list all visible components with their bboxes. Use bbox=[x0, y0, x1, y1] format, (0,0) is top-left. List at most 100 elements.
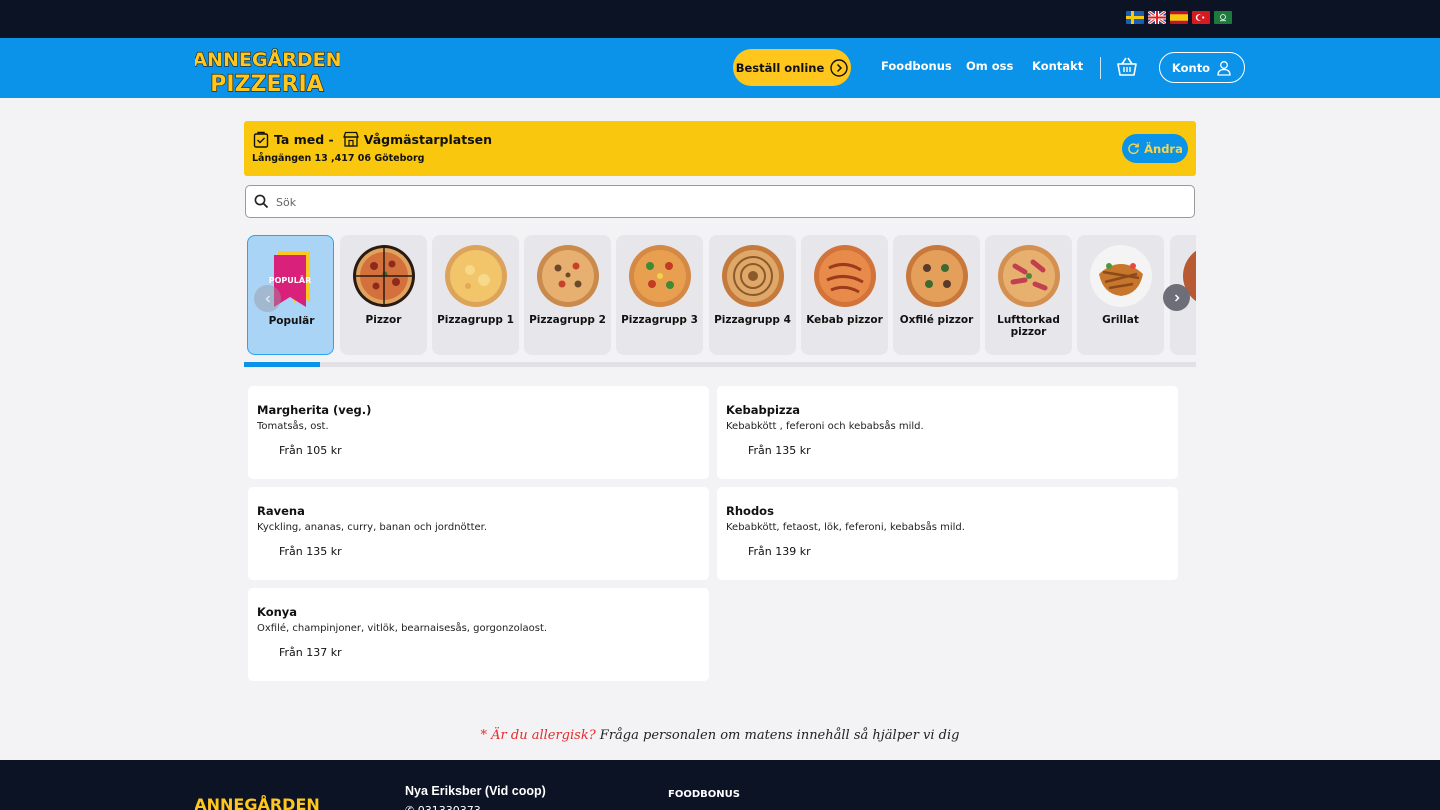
product-name: Konya bbox=[257, 605, 298, 619]
order-online-button[interactable]: Beställ online bbox=[733, 49, 851, 86]
product-name: Margherita (veg.) bbox=[257, 403, 372, 417]
chevron-right-circle-icon bbox=[830, 58, 848, 77]
product-price: Från 139 kr bbox=[748, 545, 811, 558]
pizza-image bbox=[629, 245, 691, 307]
footer-link-foodbonus[interactable]: FOODBONUS bbox=[668, 789, 740, 800]
category-populär[interactable]: POPULÄR Populär bbox=[247, 235, 334, 355]
product-name: Kebabpizza bbox=[726, 403, 801, 417]
category-label: Pizzagrupp 2 bbox=[529, 314, 606, 326]
nav-om-oss[interactable]: Om oss bbox=[966, 59, 1013, 73]
category-pizzagrupp-2[interactable]: Pizzagrupp 2 bbox=[524, 235, 611, 355]
category-pizzagrupp-4[interactable]: Pizzagrupp 4 bbox=[709, 235, 796, 355]
category-label: Pizzagrupp 4 bbox=[714, 314, 791, 326]
product-name: Rhodos bbox=[726, 504, 774, 518]
svg-text:PIZZERIA: PIZZERIA bbox=[210, 72, 323, 96]
carousel-scroll-thumb[interactable] bbox=[244, 362, 321, 367]
product-card[interactable]: Margherita (veg.) Tomatsås, ost. Från 10… bbox=[248, 386, 709, 479]
category-grillat[interactable]: Grillat bbox=[1077, 235, 1164, 355]
pizza-image bbox=[722, 245, 784, 307]
svg-text:SANNEGÅRDENS: SANNEGÅRDENS bbox=[195, 47, 340, 71]
product-name: Ravena bbox=[257, 504, 305, 518]
category-lufttorkad-pizzor[interactable]: Lufttorkad pizzor bbox=[985, 235, 1072, 355]
category-carousel: POPULÄR Populär Pizzor Pizzagrupp 1 Pizz… bbox=[244, 235, 1196, 357]
swedish-flag-icon[interactable] bbox=[1126, 11, 1144, 24]
phone-icon: ✆ bbox=[405, 804, 418, 810]
account-button[interactable]: Konto bbox=[1159, 52, 1245, 83]
carousel-next-button[interactable] bbox=[1163, 284, 1190, 311]
footer-store-name: Nya Eriksber (Vid coop) bbox=[405, 784, 546, 798]
category-oxfile-pizzor[interactable]: Oxfilé pizzor bbox=[893, 235, 980, 355]
product-price: Från 135 kr bbox=[748, 444, 811, 457]
category-pizzagrupp-3[interactable]: Pizzagrupp 3 bbox=[616, 235, 703, 355]
footer-phone[interactable]: ✆ 031330373 bbox=[405, 804, 481, 810]
pizza-image bbox=[353, 245, 415, 307]
product-price: Från 137 kr bbox=[279, 646, 342, 659]
change-store-label: Ändra bbox=[1144, 141, 1183, 156]
store-address: Långängen 13 ,417 06 Göteborg bbox=[252, 153, 425, 164]
store-icon bbox=[342, 131, 359, 147]
refresh-icon bbox=[1128, 143, 1139, 155]
turkish-flag-icon[interactable] bbox=[1192, 11, 1210, 24]
category-pizzor[interactable]: Pizzor bbox=[340, 235, 427, 355]
footer-phone-number: 031330373 bbox=[418, 804, 481, 810]
uk-flag-icon[interactable] bbox=[1148, 11, 1166, 24]
product-price: Från 105 kr bbox=[279, 444, 342, 457]
user-icon bbox=[1217, 60, 1231, 76]
pizza-image bbox=[998, 245, 1060, 307]
product-card[interactable]: Konya Oxfilé, champinjoner, vitlök, bear… bbox=[248, 588, 709, 681]
search-input[interactable] bbox=[276, 192, 1176, 212]
pizza-image bbox=[537, 245, 599, 307]
change-store-button[interactable]: Ändra bbox=[1122, 134, 1188, 163]
category-label: Grillat bbox=[1102, 314, 1139, 326]
chevron-left-icon bbox=[264, 294, 270, 303]
category-label: Lufttorkad pizzor bbox=[997, 314, 1060, 338]
product-card[interactable]: Kebabpizza Kebabkött , feferoni och keba… bbox=[717, 386, 1178, 479]
language-selector bbox=[1126, 11, 1232, 24]
category-label: Pizzagrupp 3 bbox=[621, 314, 698, 326]
pickup-info-bar: Ta med - Vågmästarplatsen Långängen 13 ,… bbox=[244, 121, 1196, 176]
product-description: Kyckling, ananas, curry, banan och jordn… bbox=[257, 522, 488, 533]
allergy-notice: * Är du allergisk? Fråga personalen om m… bbox=[0, 728, 1440, 743]
product-card[interactable]: Rhodos Kebabkött, fetaost, lök, feferoni… bbox=[717, 487, 1178, 580]
footer-logo: SANNEGÅRDENS bbox=[195, 795, 320, 810]
spanish-flag-icon[interactable] bbox=[1170, 11, 1188, 24]
nav-divider bbox=[1100, 57, 1101, 79]
allergy-question[interactable]: * Är du allergisk? bbox=[481, 728, 596, 743]
category-label: Pizzagrupp 1 bbox=[437, 314, 514, 326]
account-label: Konto bbox=[1171, 60, 1211, 75]
pickup-mode: Ta med - bbox=[274, 131, 334, 147]
shopping-basket-icon[interactable] bbox=[1116, 56, 1138, 78]
pizzeria-logo[interactable]: SANNEGÅRDENS PIZZERIA bbox=[195, 42, 340, 96]
product-description: Kebabkött, fetaost, lök, feferoni, kebab… bbox=[726, 522, 965, 533]
footer: SANNEGÅRDENS Nya Eriksber (Vid coop) ✆ 0… bbox=[0, 760, 1440, 810]
category-kebab-pizzor[interactable]: Kebab pizzor bbox=[801, 235, 888, 355]
pickup-mode-row: Ta med - Vågmästarplatsen bbox=[252, 130, 492, 148]
category-label: Pizzor bbox=[365, 314, 402, 326]
category-label: Oxfilé pizzor bbox=[899, 314, 974, 326]
category-label: Kebab pizzor bbox=[806, 314, 883, 326]
allergy-text: Fråga personalen om matens innehåll så h… bbox=[595, 728, 960, 743]
search-icon bbox=[254, 194, 269, 209]
popular-badge-text: POPULÄR bbox=[269, 275, 311, 285]
product-description: Tomatsås, ost. bbox=[257, 421, 329, 432]
category-label: Populär bbox=[268, 315, 315, 327]
svg-text:SANNEGÅRDENS: SANNEGÅRDENS bbox=[195, 795, 320, 810]
search-box bbox=[245, 185, 1195, 218]
takeaway-bag-icon bbox=[253, 131, 269, 148]
product-description: Kebabkött , feferoni och kebabsås mild. bbox=[726, 421, 924, 432]
carousel-prev-button[interactable] bbox=[254, 285, 281, 312]
carousel-scrollbar[interactable] bbox=[244, 362, 1196, 367]
store-name: Vågmästarplatsen bbox=[363, 131, 493, 147]
top-bar bbox=[0, 0, 1440, 38]
product-card[interactable]: Ravena Kyckling, ananas, curry, banan oc… bbox=[248, 487, 709, 580]
nav-foodbonus[interactable]: Foodbonus bbox=[881, 59, 952, 73]
arabic-flag-icon[interactable] bbox=[1214, 11, 1232, 24]
product-price: Från 135 kr bbox=[279, 545, 342, 558]
pizza-image bbox=[906, 245, 968, 307]
chevron-right-icon bbox=[1174, 293, 1180, 302]
header: SANNEGÅRDENS PIZZERIA Beställ online Foo… bbox=[0, 38, 1440, 98]
grill-food-image bbox=[1090, 245, 1152, 307]
nav-kontakt[interactable]: Kontakt bbox=[1032, 59, 1083, 73]
category-pizzagrupp-1[interactable]: Pizzagrupp 1 bbox=[432, 235, 519, 355]
pizza-image bbox=[445, 245, 507, 307]
